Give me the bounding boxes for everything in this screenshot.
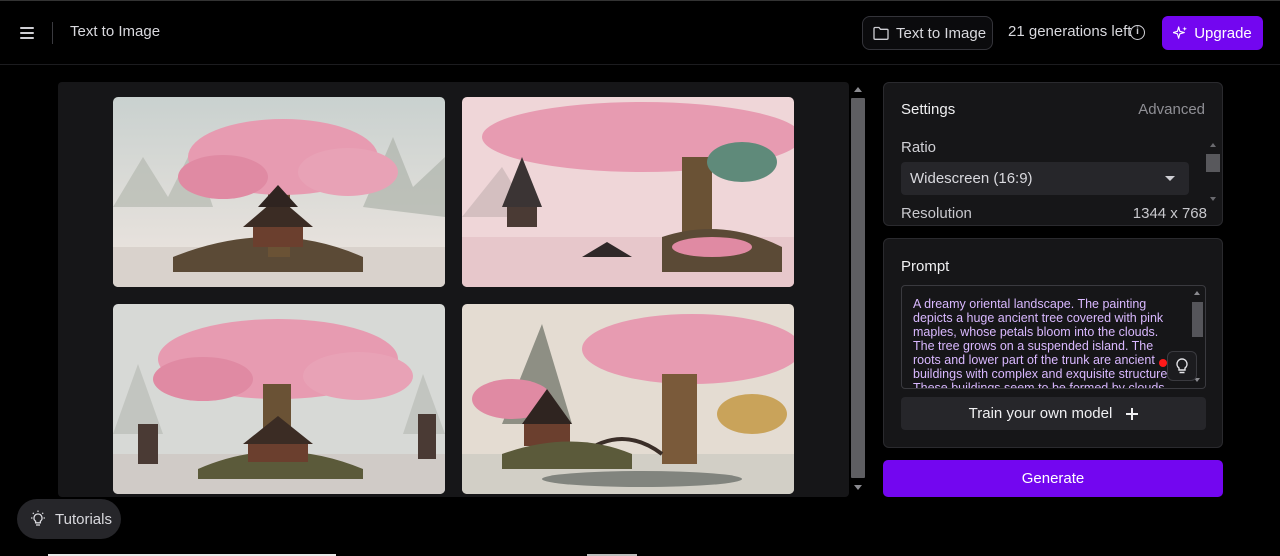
- generate-button[interactable]: Generate: [883, 460, 1223, 497]
- settings-title: Settings: [901, 101, 956, 118]
- generated-image-2[interactable]: [462, 97, 794, 287]
- settings-scrollbar[interactable]: [1206, 141, 1220, 205]
- prompt-title: Prompt: [901, 258, 950, 275]
- advanced-link[interactable]: Advanced: [1138, 101, 1205, 118]
- scroll-up-icon[interactable]: [1210, 143, 1216, 147]
- notification-dot: [1159, 359, 1167, 367]
- folder-icon: [873, 26, 889, 40]
- lightbulb-icon: [31, 510, 45, 526]
- app-root: Text to Image Text to Image 21 generatio…: [0, 0, 1280, 556]
- prompt-idea-button[interactable]: [1167, 351, 1197, 381]
- scrollbar-thumb[interactable]: [1206, 154, 1220, 172]
- plus-icon: [1126, 407, 1139, 420]
- scroll-down-icon[interactable]: [1210, 197, 1216, 201]
- hamburger-menu-icon[interactable]: [14, 21, 40, 45]
- scroll-up-icon[interactable]: [1194, 291, 1200, 295]
- generated-image-1[interactable]: [113, 97, 445, 287]
- sparkle-icon: [1173, 25, 1188, 39]
- resolution-label: Resolution: [901, 205, 972, 222]
- page-title: Text to Image: [70, 23, 161, 40]
- train-model-label: Train your own model: [968, 405, 1113, 422]
- top-header: Text to Image Text to Image 21 generatio…: [0, 1, 1280, 65]
- upgrade-button[interactable]: Upgrade: [1162, 16, 1263, 50]
- prompt-text[interactable]: A dreamy oriental landscape. The paintin…: [913, 297, 1183, 388]
- prompt-textarea[interactable]: A dreamy oriental landscape. The paintin…: [901, 285, 1206, 389]
- tutorials-label: Tutorials: [55, 510, 112, 528]
- scrollbar-thumb[interactable]: [851, 98, 865, 478]
- generated-image-4[interactable]: [462, 304, 794, 494]
- upgrade-label: Upgrade: [1194, 24, 1252, 42]
- gallery-scrollbar[interactable]: [851, 85, 865, 495]
- resolution-row: Resolution 1344 x 768: [901, 205, 1207, 225]
- ratio-select[interactable]: Widescreen (16:9): [901, 162, 1189, 195]
- train-model-button[interactable]: Train your own model: [901, 397, 1206, 430]
- ratio-label: Ratio: [901, 139, 937, 156]
- header-divider: [52, 22, 53, 44]
- prompt-panel: Prompt A dreamy oriental landscape. The …: [883, 238, 1223, 448]
- tutorials-button[interactable]: Tutorials: [17, 499, 121, 539]
- scroll-up-icon[interactable]: [854, 87, 862, 92]
- generations-left-text: 21 generations left: [1008, 23, 1132, 40]
- resolution-value: 1344 x 768: [1132, 205, 1207, 222]
- chevron-down-icon: [1165, 176, 1175, 181]
- generated-image-3[interactable]: [113, 304, 445, 494]
- scroll-down-icon[interactable]: [854, 485, 862, 490]
- ratio-value: Widescreen (16:9): [910, 170, 1033, 187]
- settings-panel: Settings Advanced Ratio Widescreen (16:9…: [883, 82, 1223, 226]
- tool-selector-button[interactable]: Text to Image: [862, 16, 993, 50]
- lightbulb-icon: [1176, 358, 1188, 374]
- tool-selector-label: Text to Image: [896, 24, 987, 42]
- info-icon[interactable]: i: [1130, 25, 1145, 40]
- image-gallery: [58, 82, 849, 497]
- scrollbar-thumb[interactable]: [1192, 302, 1203, 337]
